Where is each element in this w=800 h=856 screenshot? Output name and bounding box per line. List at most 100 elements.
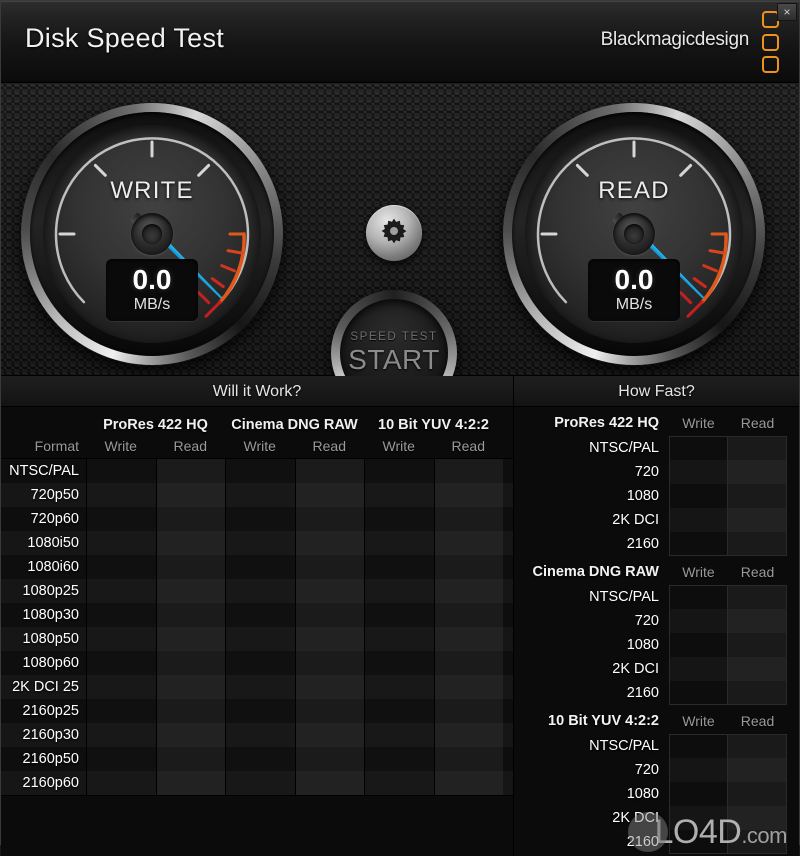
how-fast-pane: How Fast? ProRes 422 HQ Write Read NTSC/PAL… [514,376,799,856]
result-cell [155,771,225,795]
speed-cell [728,758,787,782]
result-cell [433,579,503,603]
result-cell [433,651,503,675]
column-header-2-read: Read [451,438,485,454]
table-row[interactable]: 2160p30 [1,723,513,747]
speed-cell [669,681,728,705]
format-label: 2K DCI 25 [12,679,79,695]
result-cell [294,627,364,651]
speed-cell [669,758,728,782]
read-gauge: READ 0.0 MB/s [503,103,765,365]
speed-cell [728,460,787,484]
result-cell [155,555,225,579]
table-row[interactable]: 2K DCI 25 [1,675,513,699]
table-row[interactable]: NTSC/PAL [514,585,799,609]
table-row[interactable]: 2160 [514,830,799,854]
result-cell [225,675,295,699]
speed-cell [728,782,787,806]
table-row[interactable]: NTSC/PAL [514,734,799,758]
speed-cell [728,734,787,758]
column-header-write: Write [682,712,715,729]
speed-cell [669,460,728,484]
table-row[interactable]: 1080p50 [1,627,513,651]
result-cell [225,651,295,675]
table-row[interactable]: 1080p60 [1,651,513,675]
table-row[interactable]: 2K DCI [514,508,799,532]
table-row[interactable]: 1080i50 [1,531,513,555]
result-cell [86,507,156,531]
table-row[interactable]: 2K DCI [514,806,799,830]
speed-cell [669,532,728,556]
close-icon[interactable]: × [777,3,797,21]
format-label: 720p50 [30,487,79,503]
result-cell [86,723,156,747]
table-row[interactable]: 2160p50 [1,747,513,771]
format-label: 720p60 [30,511,79,527]
result-cell [225,483,295,507]
result-cell [86,699,156,723]
brand-text: Blackmagicdesign [600,29,750,50]
result-cell [364,771,434,795]
result-cell [364,723,434,747]
result-cell [225,531,295,555]
codec-group-header-2: 10 Bit YUV 4:2:2 [378,417,489,433]
settings-button[interactable] [366,205,422,261]
how-fast-group-0: ProRes 422 HQ Write Read NTSC/PAL 720 1080 2K … [514,409,799,556]
table-row[interactable]: 1080i60 [1,555,513,579]
gauge-face: READ 0.0 MB/s [525,125,743,343]
speed-cell [728,585,787,609]
table-row[interactable]: NTSC/PAL [514,436,799,460]
table-row[interactable]: 1080 [514,782,799,806]
table-row[interactable]: 1080 [514,484,799,508]
result-cell [155,483,225,507]
table-row[interactable]: 720p60 [1,507,513,531]
format-label: 1080p25 [22,583,79,599]
table-row[interactable]: 1080p25 [1,579,513,603]
table-row[interactable]: 2160 [514,681,799,705]
column-header-write: Write [682,563,715,580]
speed-cell [669,633,728,657]
result-cell [294,699,364,723]
group-header-row: ProRes 422 HQ Write Read [514,409,799,436]
table-row[interactable]: 720 [514,758,799,782]
format-label: 1080p30 [22,607,79,623]
result-cell [294,483,364,507]
resolution-label: 2K DCI [612,810,659,826]
result-cell [294,675,364,699]
table-row[interactable]: 720 [514,609,799,633]
result-cell [86,747,156,771]
result-cell [225,747,295,771]
result-cell [294,507,364,531]
result-cell [225,459,295,483]
read-unit: MB/s [615,296,653,313]
speed-cell [669,657,728,681]
resolution-label: 2160 [626,536,659,552]
table-row[interactable]: 720p50 [1,483,513,507]
group-header-row: 10 Bit YUV 4:2:2 Write Read [514,707,799,734]
result-cell [155,507,225,531]
result-cell [225,603,295,627]
format-label: 2160p50 [22,751,79,767]
column-header-0-write: Write [104,438,137,454]
table-row[interactable]: 2K DCI [514,657,799,681]
table-row[interactable]: 1080 [514,633,799,657]
result-cell [155,723,225,747]
table-row[interactable]: NTSC/PAL [1,459,513,483]
table-row[interactable]: 720 [514,460,799,484]
speed-cell [728,830,787,854]
read-value: 0.0 [614,264,654,295]
speed-cell [728,633,787,657]
table-row[interactable]: 1080p30 [1,603,513,627]
will-it-work-heading: Will it Work? [1,376,513,407]
result-cell [364,531,434,555]
table-row[interactable]: 2160p25 [1,699,513,723]
result-cell [433,459,503,483]
result-cell [433,531,503,555]
result-cell [225,507,295,531]
result-cell [225,627,295,651]
table-row[interactable]: 2160p60 [1,771,513,795]
speed-cell [669,436,728,460]
result-cell [155,531,225,555]
table-row[interactable]: 2160 [514,532,799,556]
format-label: 2160p60 [22,775,79,791]
